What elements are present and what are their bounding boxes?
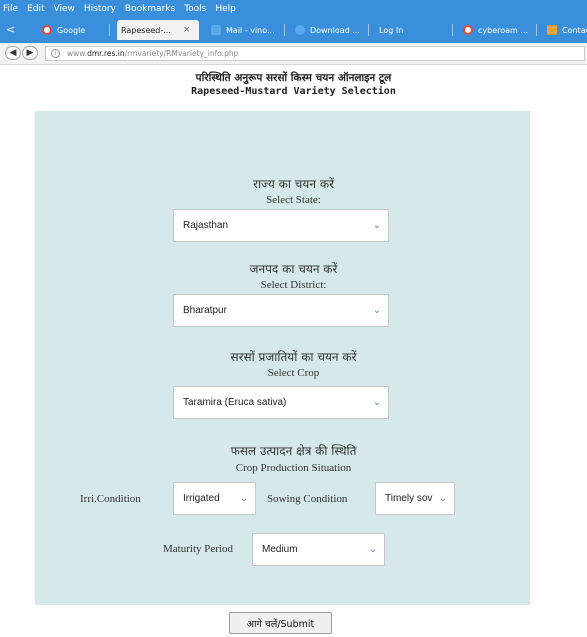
tab-mail[interactable]: Mail - vino...	[207, 20, 285, 40]
tab-label: Google	[57, 25, 86, 35]
state-select[interactable]: Rajasthan ⌄	[173, 209, 389, 242]
contact-icon	[547, 25, 557, 35]
url-path: /rmvariety/RMvariety_info.php	[124, 49, 239, 58]
district-label-english: Select District:	[260, 279, 327, 291]
close-icon[interactable]: ×	[183, 25, 191, 35]
chevron-down-icon: ⌄	[372, 305, 382, 316]
info-icon[interactable]: i	[51, 49, 60, 58]
maturity-value: Medium	[262, 544, 298, 555]
crop-label-english: Select Crop	[267, 367, 320, 379]
forward-arrow-icon: ▶	[26, 48, 34, 58]
tab-cyberoam[interactable]: cyberoam ...	[459, 20, 537, 40]
submit-button[interactable]: आगे चलें/Submit	[229, 612, 332, 634]
menu-view[interactable]: View	[54, 4, 75, 14]
chevron-down-icon: ⌄	[438, 493, 448, 504]
irrigation-condition-select[interactable]: Irrigated ⌄	[173, 482, 256, 515]
tab-label: Download ...	[310, 25, 360, 35]
navigation-bar: ◀ ▶ i www. dmr.res.in/rmvariety/RMvariety…	[0, 43, 587, 65]
crop-label-hindi: सरसों प्रजातियों का चयन करें	[230, 350, 357, 364]
tab-label: Log In	[379, 25, 404, 35]
back-button[interactable]: ◀	[5, 46, 21, 60]
crop-value: Taramira (Eruca sativa)	[183, 397, 287, 408]
tab-label: Contact	[562, 25, 587, 35]
page-title-hindi: परिस्थिति अनुरूप सरसों किस्म चयन ऑनलाइन …	[195, 72, 392, 84]
tab-login[interactable]: Log In	[375, 20, 453, 40]
chevron-down-icon: ⌄	[368, 544, 378, 555]
tab-scroll-left-icon[interactable]: <	[6, 23, 15, 36]
menu-bar: File Edit View History Bookmarks Tools H…	[0, 0, 587, 17]
mail-icon	[211, 25, 221, 35]
tab-bar: < Google Rapeseed-... × Mail - vino... D…	[0, 17, 587, 43]
google-icon	[463, 25, 473, 35]
district-label-hindi: जनपद का चयन करें	[249, 262, 338, 276]
google-icon	[42, 25, 52, 35]
url-domain: dmr.res.in	[87, 49, 125, 58]
back-arrow-icon: ◀	[9, 48, 17, 58]
tab-rapeseed[interactable]: Rapeseed-... ×	[117, 20, 199, 40]
state-value: Rajasthan	[183, 220, 229, 231]
production-label-english: Crop Production Situation	[235, 462, 352, 474]
download-icon	[295, 25, 305, 35]
sowing-condition-label: Sowing Condition	[267, 493, 348, 505]
irrigation-condition-label: Irri.Condition	[80, 493, 141, 505]
menu-tools[interactable]: Tools	[184, 4, 206, 14]
tab-contact[interactable]: Contact	[543, 20, 587, 40]
chevron-down-icon: ⌄	[372, 397, 382, 408]
menu-help[interactable]: Help	[215, 4, 236, 14]
state-label-english: Select State:	[266, 194, 321, 206]
state-label-hindi: राज्य का चयन करें	[253, 177, 334, 191]
sowing-condition-select[interactable]: Timely sov ⌄	[375, 482, 455, 515]
irrigation-value: Irrigated	[183, 493, 220, 504]
maturity-period-select[interactable]: Medium ⌄	[252, 533, 385, 566]
sowing-value: Timely sov	[385, 493, 433, 504]
menu-file[interactable]: File	[3, 4, 18, 14]
district-select[interactable]: Bharatpur ⌄	[173, 294, 389, 327]
menu-edit[interactable]: Edit	[27, 4, 44, 14]
page-title-english: Rapeseed-Mustard Variety Selection	[191, 86, 396, 97]
tab-label: Mail - vino...	[226, 25, 275, 35]
forward-button[interactable]: ▶	[22, 46, 38, 60]
tab-download[interactable]: Download ...	[291, 20, 369, 40]
tab-label: Rapeseed-...	[121, 25, 171, 35]
tab-label: cyberoam ...	[478, 25, 529, 35]
url-prefix: www.	[67, 49, 88, 58]
crop-select[interactable]: Taramira (Eruca sativa) ⌄	[173, 386, 389, 419]
production-label-hindi: फसल उत्पादन क्षेत्र की स्थिति	[230, 444, 357, 458]
district-value: Bharatpur	[183, 305, 227, 316]
chevron-down-icon: ⌄	[372, 220, 382, 231]
menu-history[interactable]: History	[84, 4, 116, 14]
tab-google[interactable]: Google	[38, 20, 110, 40]
menu-bookmarks[interactable]: Bookmarks	[125, 4, 175, 14]
maturity-period-label: Maturity Period	[163, 543, 233, 555]
address-bar[interactable]: i www. dmr.res.in/rmvariety/RMvariety_inf…	[45, 46, 585, 61]
chevron-down-icon: ⌄	[239, 493, 249, 504]
